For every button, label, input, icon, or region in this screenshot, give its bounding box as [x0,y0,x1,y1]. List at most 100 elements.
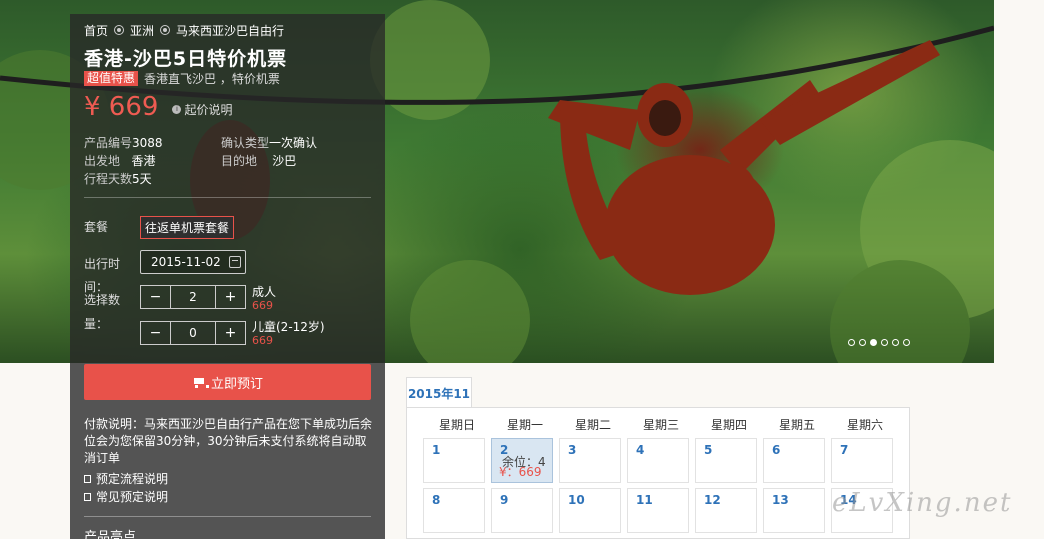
calendar-day[interactable]: 7 [831,438,893,483]
calendar: 星期日 星期一 星期二 星期三 星期四 星期五 星期六 1 2 余位：4 ¥：6… [406,407,910,539]
calendar-day[interactable]: 12 [695,488,757,533]
quantity-label: 选择数 [84,293,121,307]
product-title: 香港-沙巴5日特价机票 [84,48,288,70]
date-picker[interactable]: 2015-11-02 [140,250,246,274]
slider-dot[interactable] [903,339,910,346]
booking-process-link[interactable]: 预定流程说明 [84,470,168,487]
breadcrumb-separator-icon [160,25,171,35]
price: ¥ 669 [84,92,159,122]
destination-value: 沙巴 [272,154,297,168]
price-row: ¥ 669 i 起价说明 [84,88,371,122]
tagline-row: 超值特惠 香港直飞沙巴 ，特价机票 [84,70,371,86]
calendar-icon[interactable] [229,256,241,268]
book-now-button[interactable]: 立即预订 [84,364,371,400]
child-label: 儿童(2-12岁) [252,320,325,334]
panel-bottom-divider [84,516,371,517]
breadcrumb-current[interactable]: 马来西亚沙巴自由行 [176,22,284,39]
trip-days-label: 行程天数 [84,172,133,186]
package-label: 套餐 [84,220,109,234]
quantity-label-cont: 量： [84,317,109,331]
calendar-day[interactable]: 13 [763,488,825,533]
calendar-day[interactable]: 5 [695,438,757,483]
calendar-weekdays: 星期日 星期一 星期二 星期三 星期四 星期五 星期六 [423,416,899,433]
calendar-day[interactable]: 4 [627,438,689,483]
booking-process-label: 预定流程说明 [96,472,169,486]
calendar-day[interactable]: 1 [423,438,485,483]
price-note-link[interactable]: i 起价说明 [172,101,232,118]
weekday-sun: 星期日 [438,418,475,432]
weekday-mon: 星期一 [506,418,543,432]
adult-info: 成人 669 [252,285,277,313]
product-no-value: 3088 [132,136,163,150]
adult-quantity-stepper: − 2 + [140,285,246,309]
trip-days-value: 5天 [132,172,152,186]
calendar-day[interactable]: 8 [423,488,485,533]
tagline-text: 香港直飞沙巴 ，特价机票 [144,71,280,86]
product-no: 产品编号3088 [84,134,221,151]
weekday-fri: 星期五 [778,418,815,432]
child-quantity-value[interactable]: 0 [170,322,216,344]
price-note-label: 起价说明 [184,103,233,117]
weekday-thu: 星期四 [710,418,747,432]
breadcrumb-home[interactable]: 首页 [84,22,108,39]
slider-dots [848,339,910,346]
child-info: 儿童(2-12岁) 669 [252,320,325,348]
breadcrumb-asia[interactable]: 亚洲 [130,22,154,39]
adult-plus-button[interactable]: + [216,286,245,308]
book-now-label: 立即预订 [210,376,263,392]
calendar-day[interactable]: 11 [627,488,689,533]
child-price: 669 [252,334,273,347]
info-icon: i [172,105,182,114]
product-info: 产品编号3088 确认类型一次确认 出发地 香港 目的地 沙巴 行程天数5天 [84,134,371,187]
confirm-type: 确认类型一次确认 [221,134,371,151]
destination: 目的地 沙巴 [221,152,371,169]
calendar-day[interactable]: 9 [491,488,553,533]
day-price: ¥：669 [499,465,542,479]
departure-value: 香港 [131,154,156,168]
adult-quantity-value[interactable]: 2 [170,286,216,308]
child-plus-button[interactable]: + [216,322,245,344]
calendar-day[interactable]: 6 [763,438,825,483]
weekday-sat: 星期六 [846,418,883,432]
info-icon [84,492,91,501]
trip-days: 行程天数5天 [84,170,221,187]
weekday-tue: 星期二 [574,418,611,432]
panel-divider [84,197,371,198]
adult-label: 成人 [252,285,277,299]
departure-label: 出发地 [84,154,121,168]
booking-faq-link[interactable]: 常见预定说明 [84,488,168,505]
date-label: 出行时 [84,257,121,271]
date-value: 2015-11-02 [151,255,221,269]
payment-note: 付款说明：马来西亚沙巴自由行产品在您下单成功后余位会为您保留30分钟，30分钟后… [84,417,373,465]
breadcrumb: 首页 亚洲 马来西亚沙巴自由行 [84,22,371,38]
calendar-month-tab[interactable]: 2015年11 [406,377,472,408]
slider-dot[interactable] [848,339,855,346]
product-panel: 首页 亚洲 马来西亚沙巴自由行 香港-沙巴5日特价机票 超值特惠 香港直飞沙巴 … [70,14,385,539]
cart-icon [192,377,209,388]
child-quantity-stepper: − 0 + [140,321,246,345]
slider-dot[interactable] [892,339,899,346]
calendar-day-selected[interactable]: 2 余位：4 ¥：669 [491,438,553,483]
slider-dot[interactable] [881,339,888,346]
weekday-wed: 星期三 [642,418,679,432]
watermark: eLvXing.net [832,488,1013,518]
slider-dot[interactable] [859,339,866,346]
highlights-heading: 产品亮点 [84,530,137,539]
adult-price: 669 [252,299,273,312]
right-gutter [994,0,1044,539]
product-no-label: 产品编号 [84,136,133,150]
calendar-day[interactable]: 3 [559,438,621,483]
adult-minus-button[interactable]: − [141,286,170,308]
confirm-type-value: 一次确认 [269,136,318,150]
calendar-day[interactable]: 10 [559,488,621,533]
confirm-type-label: 确认类型 [221,136,270,150]
slider-dot-active[interactable] [870,339,877,346]
booking-faq-label: 常见预定说明 [96,490,169,504]
destination-label: 目的地 [221,154,258,168]
departure: 出发地 香港 [84,152,221,169]
deal-badge: 超值特惠 [84,70,139,86]
breadcrumb-separator-icon [114,25,125,35]
doc-icon [84,474,91,483]
package-option[interactable]: 往返单机票套餐 [140,216,235,239]
child-minus-button[interactable]: − [141,322,170,344]
